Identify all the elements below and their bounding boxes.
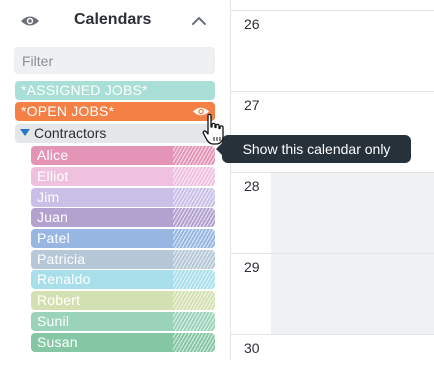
calendar-item-renaldo[interactable]: Renaldo <box>31 270 215 289</box>
hatch-pattern <box>173 270 215 289</box>
calendar-item-jim[interactable]: Jim <box>31 188 215 207</box>
calendar-item-label: *ASSIGNED JOBS* <box>21 82 148 98</box>
calendar-item-label: Elliot <box>37 168 69 184</box>
day-number: 30 <box>244 340 260 356</box>
tooltip: Show this calendar only <box>216 135 411 163</box>
calendar-item-label: Juan <box>37 209 69 225</box>
calendar-item-assigned-jobs[interactable]: *ASSIGNED JOBS* <box>15 81 215 100</box>
triangle-down-icon <box>20 129 30 136</box>
calendar-item-label: Jim <box>37 189 60 205</box>
calendar-item-patricia[interactable]: Patricia <box>31 250 215 269</box>
filter-input[interactable] <box>14 47 215 74</box>
calendar-item-label: Susan <box>37 334 78 350</box>
hatch-pattern <box>173 312 215 331</box>
sidebar-title: Calendars <box>74 11 152 28</box>
calendar-item-juan[interactable]: Juan <box>31 208 215 227</box>
calendar-item-sunil[interactable]: Sunil <box>31 312 215 331</box>
calendar-item-susan[interactable]: Susan <box>31 333 215 352</box>
calendar-item-label: Patricia <box>37 251 86 267</box>
calendar-item-label: *OPEN JOBS* <box>21 103 115 119</box>
calendar-row <box>231 0 434 11</box>
calendar-row: 26 <box>231 11 434 92</box>
hatch-pattern <box>173 333 215 352</box>
calendar-sidebar: Calendars *ASSIGNED JOBS* *OPEN JOBS* Co… <box>0 0 222 360</box>
calendar-item-label: Patel <box>37 230 70 246</box>
calendar-item-patel[interactable]: Patel <box>31 229 215 248</box>
chevron-up-icon[interactable] <box>190 13 208 29</box>
calendar-grid: 26 27 28 29 30 <box>230 0 434 360</box>
day-cell-shaded <box>271 254 434 334</box>
hatch-pattern <box>173 167 215 186</box>
contractors-group-toggle[interactable]: Contractors <box>15 124 215 143</box>
day-number: 28 <box>244 178 260 194</box>
calendar-row: 28 <box>231 173 434 254</box>
hatch-pattern <box>173 188 215 207</box>
hatch-pattern <box>173 291 215 310</box>
day-number: 29 <box>244 259 260 275</box>
hatch-pattern <box>173 208 215 227</box>
calendar-item-open-jobs[interactable]: *OPEN JOBS* <box>15 102 215 121</box>
calendar-row: 30 <box>231 335 434 375</box>
hatch-pattern <box>173 250 215 269</box>
day-number: 27 <box>244 97 260 113</box>
calendar-item-label: Robert <box>37 292 81 308</box>
calendar-item-label: Alice <box>37 147 69 163</box>
calendar-item-label: Renaldo <box>37 271 91 287</box>
hand-cursor-icon <box>202 113 224 145</box>
calendar-item-label: Sunil <box>37 313 70 329</box>
calendar-item-elliot[interactable]: Elliot <box>31 167 215 186</box>
eye-icon[interactable] <box>20 12 40 30</box>
calendar-item-alice[interactable]: Alice <box>31 146 215 165</box>
hatch-pattern <box>173 229 215 248</box>
day-cell-shaded <box>271 173 434 253</box>
sidebar-header: Calendars <box>0 0 222 42</box>
day-number: 26 <box>244 16 260 32</box>
group-label: Contractors <box>34 125 107 141</box>
calendar-row: 29 <box>231 254 434 335</box>
hatch-pattern <box>173 146 215 165</box>
calendar-item-robert[interactable]: Robert <box>31 291 215 310</box>
